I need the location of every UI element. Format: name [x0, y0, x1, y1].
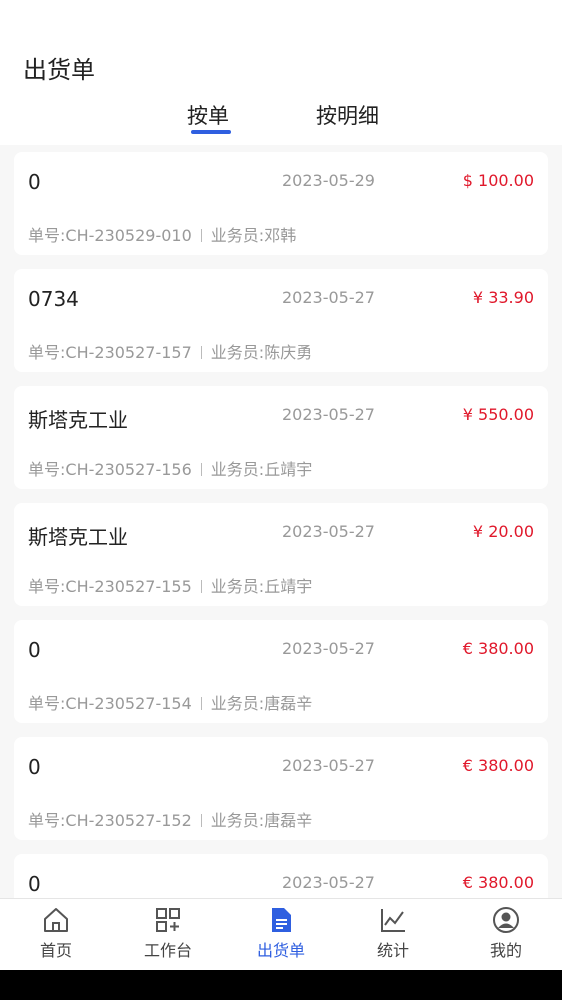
order-amount: € 380.00 [462, 756, 534, 775]
customer-name: 斯塔克工业 [28, 525, 128, 549]
salesperson-label: 业务员: [210, 811, 265, 830]
salesperson-name: 丘靖宇 [264, 460, 313, 479]
order-meta: 单号:CH-230527-154 业务员:唐磊辛 [28, 690, 312, 714]
divider [200, 697, 202, 710]
nav-workbench[interactable]: 工作台 [112, 899, 224, 971]
customer-name: 0 [28, 755, 41, 779]
divider [200, 346, 202, 359]
salesperson-label: 业务员: [210, 577, 265, 596]
order-card[interactable]: 0 2023-05-27 € 380.00 单号:CH-230527-154 业务… [14, 620, 548, 723]
divider [200, 463, 202, 476]
salesperson-name: 丘靖宇 [264, 577, 313, 596]
order-number: CH-230527-156 [65, 460, 192, 479]
order-amount: ¥ 20.00 [472, 522, 534, 541]
order-amount: € 380.00 [462, 873, 534, 892]
order-meta: 单号:CH-230527-152 业务员:唐磊辛 [28, 807, 312, 831]
salesperson-label: 业务员: [210, 694, 265, 713]
order-card[interactable]: 0 2023-05-29 $ 100.00 单号:CH-230529-010 业务… [14, 152, 548, 255]
nav-profile[interactable]: 我的 [450, 899, 562, 971]
customer-name: 0 [28, 638, 41, 662]
home-icon [44, 908, 68, 932]
customer-name: 0734 [28, 287, 79, 311]
order-no-label: 单号: [28, 694, 66, 713]
nav-home-label: 首页 [39, 941, 72, 960]
nav-statistics-label: 统计 [376, 941, 409, 960]
order-no-label: 单号: [28, 811, 66, 830]
order-amount: $ 100.00 [462, 171, 534, 190]
salesperson-name: 唐磊辛 [264, 811, 313, 830]
order-no-label: 单号: [28, 226, 66, 245]
nav-statistics[interactable]: 统计 [337, 899, 449, 971]
tab-by-detail[interactable]: 按明细 [316, 100, 379, 130]
nav-profile-label: 我的 [489, 941, 522, 960]
salesperson-name: 陈庆勇 [264, 343, 313, 362]
bottom-tab-bar: 首页 工作台 出货单 统计 我的 [0, 898, 562, 971]
order-meta: 单号:CH-230527-155 业务员:丘靖宇 [28, 573, 312, 597]
order-date: 2023-05-27 [282, 873, 375, 892]
order-number: CH-230527-157 [65, 343, 192, 362]
order-list[interactable]: 0 2023-05-29 $ 100.00 单号:CH-230529-010 业务… [14, 152, 548, 898]
order-number: CH-230527-155 [65, 577, 192, 596]
order-amount: ¥ 550.00 [462, 405, 534, 424]
divider [200, 814, 202, 827]
order-date: 2023-05-27 [282, 405, 375, 424]
salesperson-label: 业务员: [210, 226, 265, 245]
order-meta: 单号:CH-230527-157 业务员:陈庆勇 [28, 339, 312, 363]
order-card[interactable]: 斯塔克工业 2023-05-27 ¥ 550.00 单号:CH-230527-1… [14, 386, 548, 489]
customer-name: 0 [28, 872, 41, 896]
order-meta: 单号:CH-230529-010 业务员:邓韩 [28, 222, 296, 246]
order-number: CH-230527-152 [65, 811, 192, 830]
divider [200, 580, 202, 593]
order-date: 2023-05-27 [282, 639, 375, 658]
nav-workbench-label: 工作台 [143, 941, 192, 960]
order-card[interactable]: 0 2023-05-27 € 380.00 单号:CH-230527-152 业务… [14, 737, 548, 840]
workbench-icon [156, 908, 180, 932]
salesperson-label: 业务员: [210, 460, 265, 479]
order-no-label: 单号: [28, 460, 66, 479]
order-date: 2023-05-29 [282, 171, 375, 190]
user-icon [493, 907, 519, 933]
order-no-label: 单号: [28, 577, 66, 596]
chart-icon [381, 909, 405, 932]
document-icon [272, 908, 291, 932]
nav-shipping-orders-label: 出货单 [256, 941, 305, 960]
salesperson-name: 邓韩 [264, 226, 297, 245]
customer-name: 0 [28, 170, 41, 194]
order-number: CH-230527-154 [65, 694, 192, 713]
salesperson-label: 业务员: [210, 343, 265, 362]
header: 出货单 按单 按明细 [0, 0, 562, 145]
page-title: 出货单 [23, 56, 95, 84]
order-card[interactable]: 0 2023-05-27 € 380.00 [14, 854, 548, 898]
order-no-label: 单号: [28, 343, 66, 362]
system-navigation-bar [0, 970, 562, 1000]
nav-home[interactable]: 首页 [0, 899, 112, 971]
order-date: 2023-05-27 [282, 522, 375, 541]
order-date: 2023-05-27 [282, 288, 375, 307]
tab-by-order[interactable]: 按单 [187, 100, 229, 130]
tab-active-indicator [191, 130, 231, 134]
divider [200, 229, 202, 242]
nav-shipping-orders[interactable]: 出货单 [225, 899, 337, 971]
order-amount: ¥ 33.90 [472, 288, 534, 307]
salesperson-name: 唐磊辛 [264, 694, 313, 713]
order-number: CH-230529-010 [65, 226, 192, 245]
order-card[interactable]: 斯塔克工业 2023-05-27 ¥ 20.00 单号:CH-230527-15… [14, 503, 548, 606]
customer-name: 斯塔克工业 [28, 408, 128, 432]
order-meta: 单号:CH-230527-156 业务员:丘靖宇 [28, 456, 312, 480]
order-card[interactable]: 0734 2023-05-27 ¥ 33.90 单号:CH-230527-157… [14, 269, 548, 372]
order-date: 2023-05-27 [282, 756, 375, 775]
order-amount: € 380.00 [462, 639, 534, 658]
